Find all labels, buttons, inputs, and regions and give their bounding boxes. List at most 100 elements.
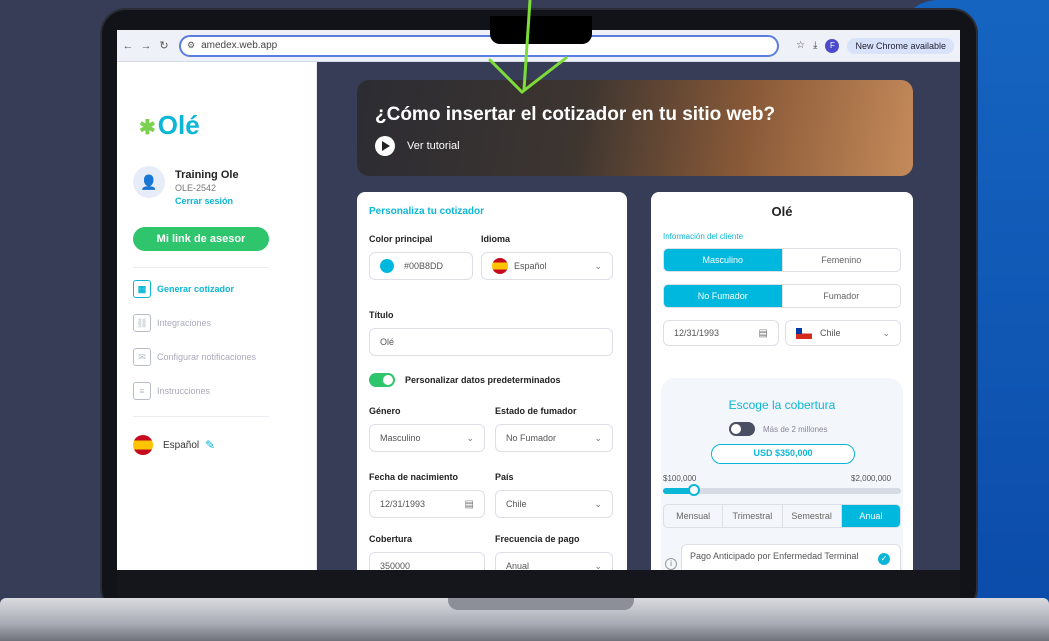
smoker-toggle[interactable]: No Fumador Fumador [663, 284, 901, 308]
country-select[interactable]: Chile ⌄ [495, 490, 613, 518]
chevron-down-icon: ⌄ [594, 432, 602, 443]
logout-link[interactable]: Cerrar sesión [175, 196, 233, 206]
sidebar-item-label: Generar cotizador [157, 284, 235, 294]
birthdate-label: Fecha de nacimiento [369, 472, 459, 482]
color-swatch[interactable] [380, 259, 394, 273]
sidebar-item-generar-cotizador[interactable]: ▦ Generar cotizador [133, 280, 234, 298]
title-input[interactable]: Olé [369, 328, 613, 356]
check-icon: ✓ [878, 553, 890, 565]
birthdate-value: 12/31/1993 [380, 499, 426, 509]
play-icon [375, 136, 395, 156]
frequency-mensual[interactable]: Mensual [664, 505, 724, 527]
smoker-option-no[interactable]: No Fumador [664, 285, 783, 307]
language-selector[interactable]: Español ✎ [133, 435, 215, 455]
reload-icon[interactable]: ↻ [157, 39, 171, 52]
info-icon[interactable]: i [665, 558, 677, 570]
chrome-update-button[interactable]: New Chrome available [847, 37, 954, 54]
preview-birthdate-input[interactable]: 12/31/1993 ▤ [663, 320, 779, 346]
screen: ← → ↻ ⚙ amedex.web.app ☆ ⤓ F New Chrome … [117, 30, 960, 570]
over-2m-label: Más de 2 millones [763, 425, 828, 434]
tutorial-banner[interactable]: ¿Cómo insertar el cotizador en tu sitio … [357, 80, 913, 176]
edit-pencil-icon[interactable]: ✎ [205, 438, 215, 452]
coverage-title: Escoge la cobertura [728, 398, 836, 412]
gender-option-female[interactable]: Femenino [783, 249, 901, 271]
asterisk-logo-icon: ✱ [139, 117, 156, 139]
back-icon[interactable]: ← [121, 40, 135, 52]
tutorial-label: Ver tutorial [407, 140, 460, 152]
smoker-value: No Fumador [506, 433, 557, 443]
coverage-slider-handle[interactable] [687, 484, 700, 496]
calendar-icon[interactable]: ▤ [759, 328, 768, 339]
sidebar-item-notificaciones[interactable]: ✉ Configurar notificaciones [133, 348, 256, 366]
color-value: #00B8DD [404, 261, 444, 271]
smoker-label: Estado de fumador [495, 406, 577, 416]
calendar-icon[interactable]: ▤ [465, 499, 474, 510]
frequency-select[interactable]: Anual ⌄ [495, 552, 613, 570]
frequency-tabs[interactable]: Mensual Trimestral Semestral Anual [663, 504, 901, 528]
preview-birthdate-value: 12/31/1993 [674, 328, 720, 338]
gender-value: Masculino [380, 433, 421, 443]
smoker-option-yes[interactable]: Fumador [783, 285, 901, 307]
main-area: ¿Cómo insertar el cotizador en tu sitio … [317, 62, 960, 570]
download-icon[interactable]: ⤓ [813, 40, 817, 51]
sidebar-item-instrucciones[interactable]: ≡ Instrucciones [133, 382, 210, 400]
chevron-down-icon: ⌄ [594, 260, 602, 271]
benefit-label: Pago Anticipado por Enfermedad Terminal [690, 551, 859, 561]
profile-avatar[interactable]: F [825, 38, 840, 53]
birthdate-input[interactable]: 12/31/1993 ▤ [369, 490, 485, 518]
chevron-down-icon: ⌄ [594, 498, 602, 509]
watch-tutorial-button[interactable]: Ver tutorial [375, 136, 460, 156]
smoker-select[interactable]: No Fumador ⌄ [495, 424, 613, 452]
client-info-label: Información del cliente [663, 232, 744, 241]
star-icon[interactable]: ☆ [796, 40, 805, 51]
sidebar-item-label: Configurar notificaciones [157, 352, 257, 362]
color-picker[interactable]: #00B8DD [369, 252, 473, 280]
mail-icon: ✉ [133, 348, 151, 366]
country-value: Chile [506, 499, 527, 509]
custom-defaults-label: Personalizar datos predeterminados [405, 375, 561, 385]
range-max-label: $2,000,000 [851, 474, 892, 483]
sidebar-item-label: Integraciones [157, 318, 212, 328]
frequency-value: Anual [506, 561, 530, 570]
url-text: amedex.web.app [201, 40, 278, 51]
calculator-icon: ▦ [133, 280, 151, 298]
user-name: Training Ole [175, 169, 239, 181]
address-bar[interactable]: ⚙ amedex.web.app [179, 34, 779, 57]
gender-toggle[interactable]: Masculino Femenino [663, 248, 901, 272]
advisor-link-button[interactable]: Mi link de asesor [133, 227, 269, 251]
banner-title: ¿Cómo insertar el cotizador en tu sitio … [375, 104, 776, 125]
language-label: Español [163, 439, 200, 451]
coverage-input[interactable]: 350000 [369, 552, 485, 570]
language-select[interactable]: Español ⌄ [481, 252, 613, 280]
over-2m-toggle[interactable] [729, 422, 755, 436]
color-label: Color principal [369, 234, 433, 244]
document-icon: ≡ [133, 382, 151, 400]
frequency-semestral[interactable]: Semestral [783, 505, 842, 527]
gender-label: Género [369, 406, 401, 416]
coverage-label: Cobertura [369, 534, 413, 544]
link-icon: ⛓ [133, 314, 151, 332]
custom-defaults-toggle[interactable] [369, 373, 395, 387]
sidebar-item-label: Instrucciones [157, 386, 211, 396]
divider [133, 267, 269, 268]
site-settings-icon[interactable]: ⚙ [187, 40, 195, 51]
spain-flag-icon [133, 435, 153, 455]
frequency-label: Frecuencia de pago [495, 534, 580, 544]
preview-country-select[interactable]: Chile ⌄ [785, 320, 901, 346]
chevron-down-icon: ⌄ [594, 560, 602, 571]
language-label: Idioma [481, 234, 511, 244]
benefit-option[interactable]: Pago Anticipado por Enfermedad Terminal … [681, 544, 901, 570]
coverage-amount-badge: USD $350,000 [711, 444, 855, 464]
frequency-trimestral[interactable]: Trimestral [723, 505, 783, 527]
gender-option-male[interactable]: Masculino [664, 249, 783, 271]
chevron-down-icon: ⌄ [466, 432, 474, 443]
gender-select[interactable]: Masculino ⌄ [369, 424, 485, 452]
title-label: Título [369, 310, 394, 320]
frequency-anual[interactable]: Anual [841, 505, 900, 527]
chevron-down-icon: ⌄ [882, 327, 890, 338]
title-value: Olé [380, 337, 395, 347]
sidebar-item-integraciones[interactable]: ⛓ Integraciones [133, 314, 211, 332]
chile-flag-icon [796, 327, 812, 339]
customize-form-card: Personaliza tu cotizador Color principal… [357, 192, 627, 570]
forward-icon[interactable]: → [139, 40, 153, 52]
